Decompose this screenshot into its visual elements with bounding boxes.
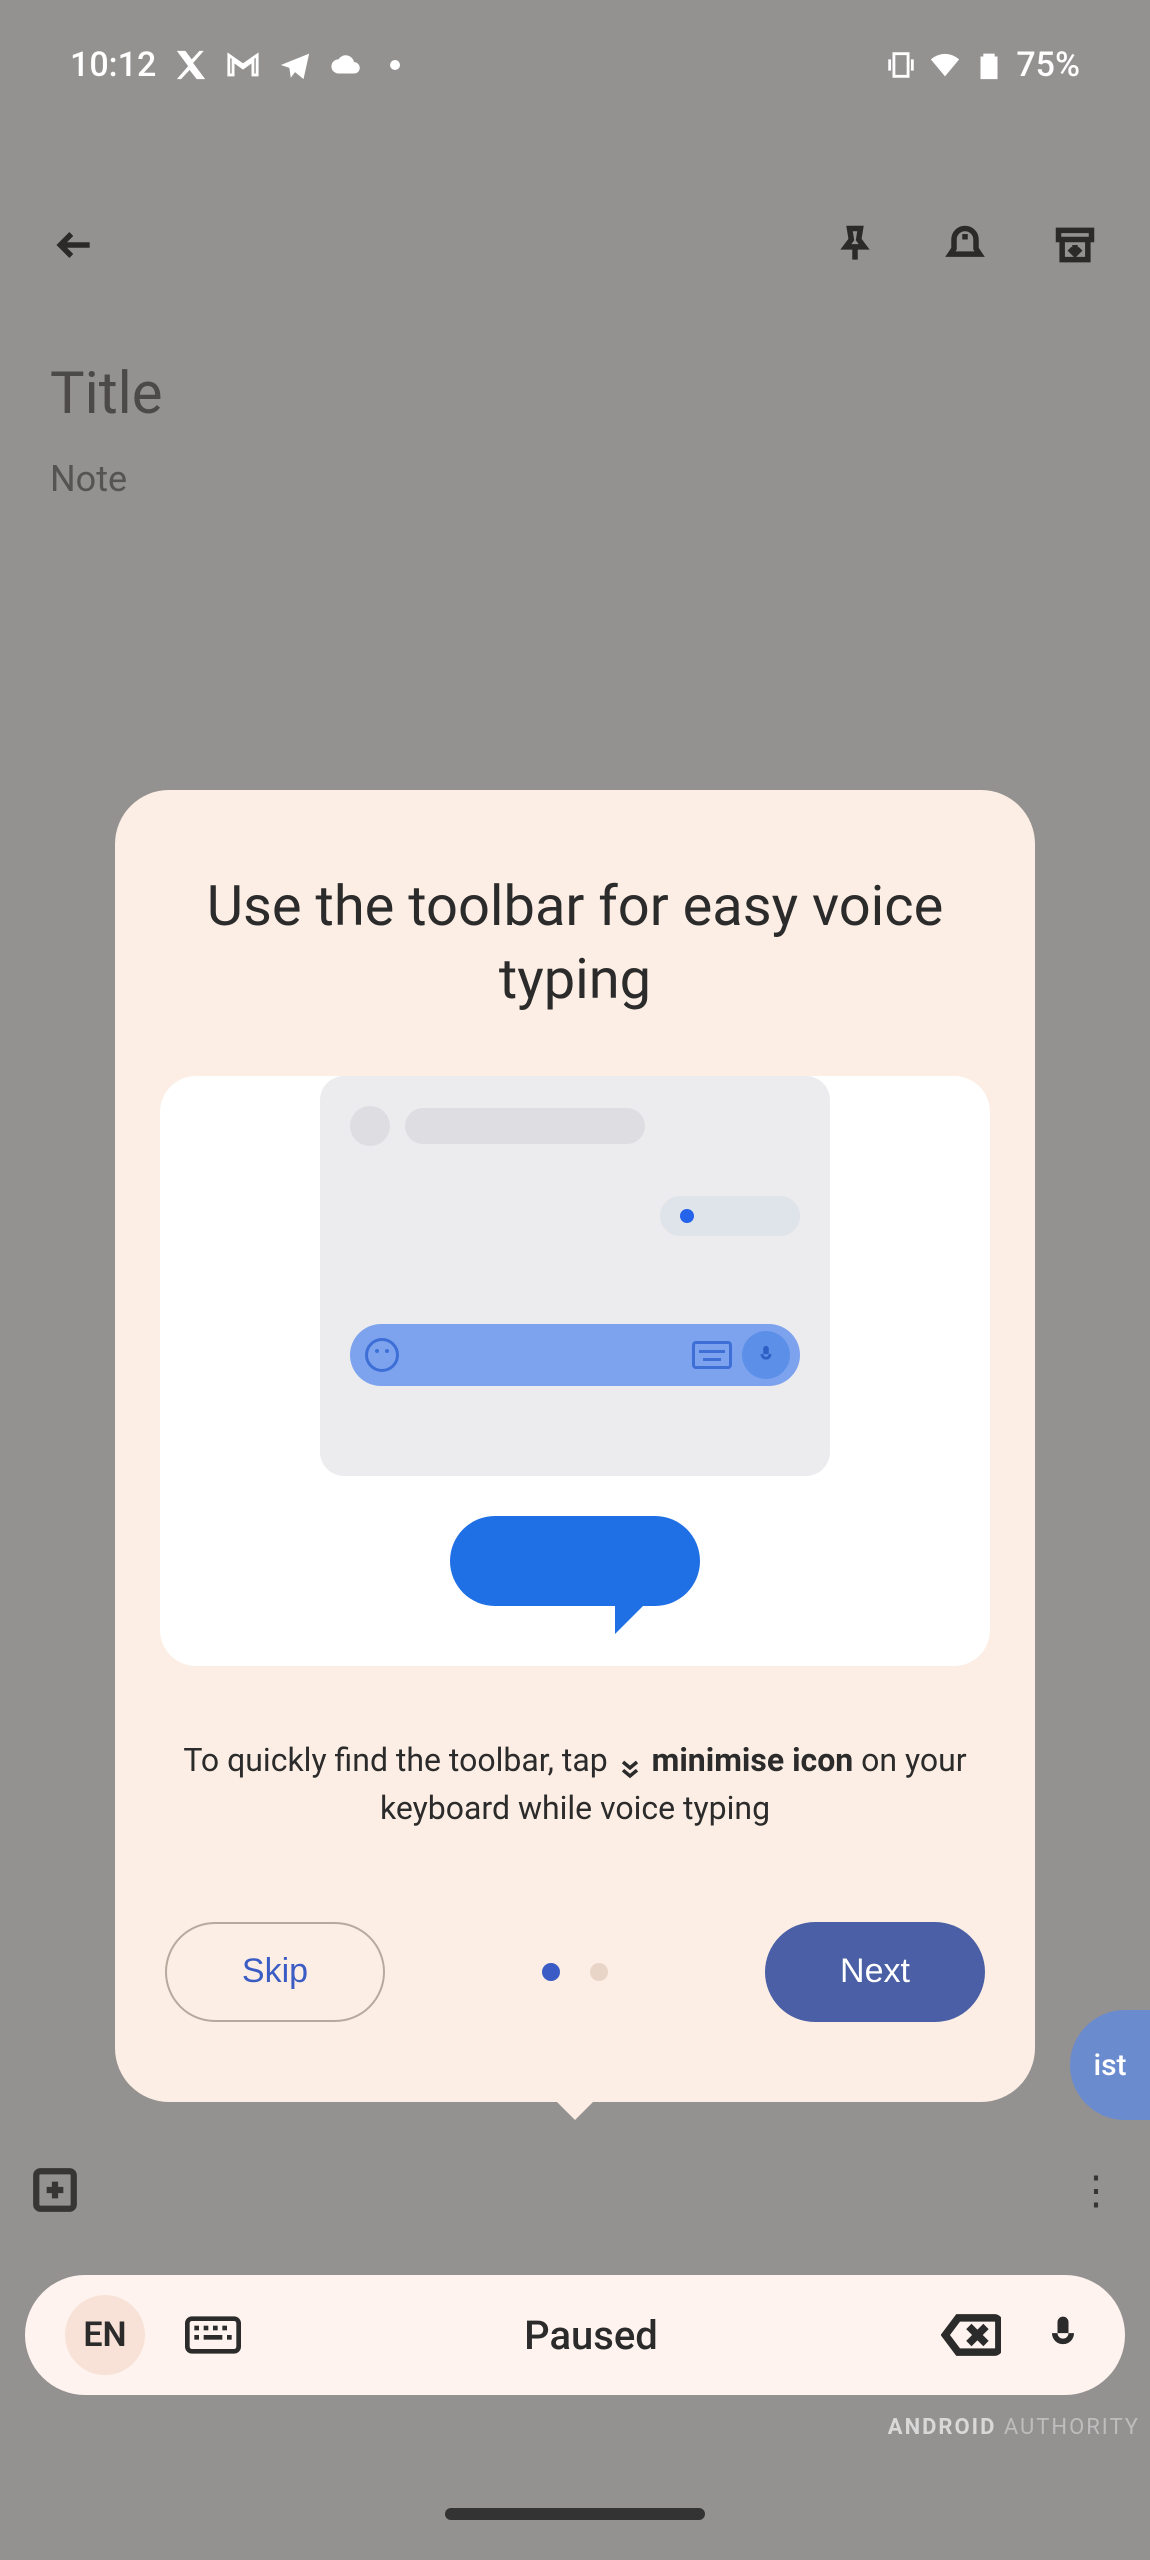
modal-illustration xyxy=(160,1076,990,1666)
pin-button[interactable] xyxy=(820,210,890,280)
language-button[interactable]: EN xyxy=(65,2295,145,2375)
note-body-input[interactable]: Note xyxy=(50,458,1100,500)
watermark: ANDROID AUTHORITY xyxy=(888,2415,1140,2440)
skip-button[interactable]: Skip xyxy=(165,1922,385,2022)
mic-button[interactable] xyxy=(1041,2313,1085,2357)
battery-percent: 75% xyxy=(1016,45,1080,85)
gmail-icon xyxy=(226,48,260,82)
next-button[interactable]: Next xyxy=(765,1922,985,2022)
modal-description: To quickly find the toolbar, tap minimis… xyxy=(160,1736,990,1832)
status-bar: 10:12 75% xyxy=(0,0,1150,130)
illustration-input-bar xyxy=(350,1324,800,1386)
page-dot-1 xyxy=(542,1963,560,1981)
cloud-icon xyxy=(330,48,364,82)
keyboard-icon xyxy=(692,1341,732,1369)
mic-icon xyxy=(742,1331,790,1379)
suggestion-chip[interactable]: ist xyxy=(1070,2010,1150,2120)
telegram-icon xyxy=(278,48,312,82)
more-button[interactable]: ⋮ xyxy=(1076,2167,1120,2214)
title-input[interactable]: Title xyxy=(50,360,1100,428)
vibrate-icon xyxy=(884,48,918,82)
voice-typing-toolbar: EN Paused xyxy=(25,2275,1125,2395)
battery-icon xyxy=(972,48,1006,82)
reminder-button[interactable] xyxy=(930,210,1000,280)
keyboard-button[interactable] xyxy=(185,2315,241,2355)
nav-handle[interactable] xyxy=(445,2508,705,2520)
chat-bubble-icon xyxy=(450,1516,700,1606)
note-editor[interactable]: Title Note xyxy=(50,360,1100,500)
page-indicator xyxy=(542,1963,608,1981)
note-toolbar: ⋮ xyxy=(30,2150,1120,2230)
voice-status-label: Paused xyxy=(241,2312,941,2359)
notification-dot-icon xyxy=(390,60,400,70)
onboarding-modal: Use the toolbar for easy voice typing To… xyxy=(115,790,1035,2102)
archive-button[interactable] xyxy=(1040,210,1110,280)
backspace-button[interactable] xyxy=(941,2311,1001,2359)
emoji-icon xyxy=(365,1338,399,1372)
app-header xyxy=(0,190,1150,300)
back-button[interactable] xyxy=(40,210,110,280)
wifi-icon xyxy=(928,48,962,82)
modal-title: Use the toolbar for easy voice typing xyxy=(160,870,990,1016)
status-time: 10:12 xyxy=(70,45,156,85)
page-dot-2 xyxy=(590,1963,608,1981)
add-button[interactable] xyxy=(30,2165,80,2215)
chevron-down-icon xyxy=(616,1748,644,1776)
x-app-icon xyxy=(174,48,208,82)
